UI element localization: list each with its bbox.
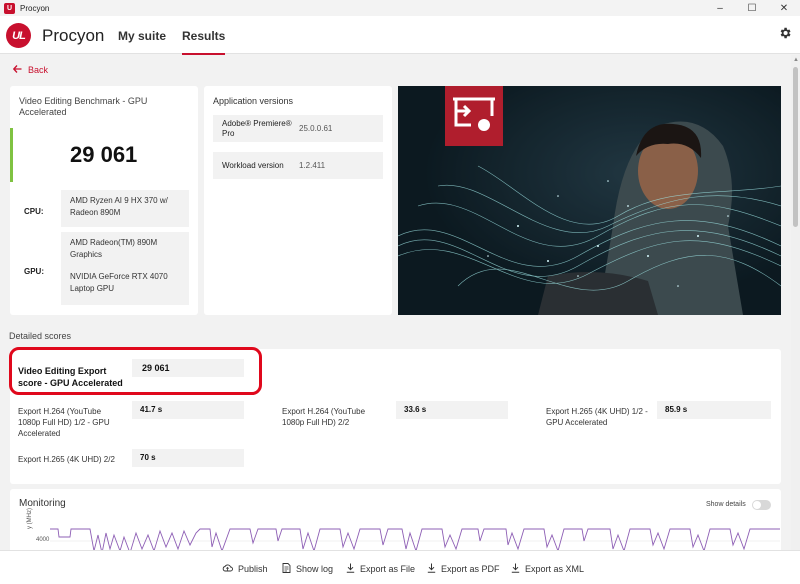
publish-button[interactable]: Publish — [222, 563, 268, 574]
title-bar: U Procyon – ☐ ✕ — [0, 0, 800, 16]
tab-my-suite[interactable]: My suite — [118, 29, 166, 43]
minimize-button[interactable]: – — [704, 0, 736, 16]
download-icon — [346, 563, 355, 575]
benchmark-score: 29 061 — [70, 142, 138, 167]
export-file-label: Export as File — [360, 564, 416, 574]
scroll-up-icon[interactable]: ▲ — [793, 57, 799, 63]
app-version: 1.2.411 — [299, 161, 326, 170]
show-log-button[interactable]: Show log — [282, 563, 333, 575]
benchmark-card: Video Editing Benchmark - GPU Accelerate… — [10, 86, 198, 315]
brand-name: Procyon — [42, 26, 105, 45]
bottom-toolbar: Publish Show log Export as File Export a… — [0, 550, 800, 584]
tab-results[interactable]: Results — [182, 29, 226, 55]
maximize-button[interactable]: ☐ — [736, 0, 768, 16]
export-xml-label: Export as XML — [525, 564, 585, 574]
document-icon — [282, 563, 291, 575]
score-label: Export H.264 (YouTube 1080p Full HD) 1/2… — [18, 407, 110, 438]
download-icon — [427, 563, 436, 575]
publish-label: Publish — [238, 563, 268, 574]
benchmark-hero-image — [398, 86, 781, 315]
ul-logo: UL — [6, 23, 31, 48]
window-title: Procyon — [20, 3, 50, 13]
app-version: 25.0.0.61 — [299, 124, 333, 133]
gpu-values: AMD Radeon(TM) 890M Graphics NVIDIA GeFo… — [61, 232, 189, 305]
cpu-value: AMD Ryzen AI 9 HX 370 w/ Radeon 890M — [61, 190, 189, 227]
back-link[interactable]: Back — [12, 65, 49, 75]
show-details-toggle[interactable] — [752, 500, 771, 510]
score-value: 85.9 s — [657, 401, 771, 419]
score-label: Export H.265 (4K UHD) 1/2 - GPU Accelera… — [546, 407, 648, 427]
app-row: Workload version 1.2.411 — [213, 152, 383, 179]
arrow-left-icon — [12, 65, 22, 75]
gpu-value-2: NVIDIA GeForce RTX 4070 Laptop GPU — [70, 272, 168, 293]
app-versions-card: Application versions Adobe® Premiere® Pr… — [204, 86, 392, 315]
monitoring-axis-label: y (MHz) — [27, 508, 33, 529]
export-pdf-button[interactable]: Export as PDF — [427, 563, 500, 575]
scrollbar-thumb[interactable] — [793, 67, 798, 227]
detailed-scores-card: Video Editing Export score - GPU Acceler… — [9, 347, 781, 484]
cloud-upload-icon — [222, 563, 233, 574]
procyon-app-icon: U — [4, 2, 15, 14]
score-label: Export H.265 (4K UHD) 2/2 — [18, 455, 115, 464]
monitoring-card: Monitoring Show details y (MHz) 4000 — [10, 489, 781, 550]
score-label: Export H.264 (YouTube 1080p Full HD) 2/2 — [282, 407, 366, 427]
show-details-label: Show details — [706, 501, 746, 508]
gpu-value-1: AMD Radeon(TM) 890M Graphics — [70, 238, 158, 259]
app-row: Adobe® Premiere® Pro 25.0.0.61 — [213, 115, 383, 142]
export-file-button[interactable]: Export as File — [346, 563, 415, 575]
monitoring-tick-label: 4000 — [36, 537, 50, 543]
download-icon — [511, 563, 520, 575]
score-value: 33.6 s — [396, 401, 508, 419]
close-button[interactable]: ✕ — [768, 0, 800, 16]
gpu-label: GPU: — [24, 267, 44, 276]
gear-icon[interactable] — [778, 26, 792, 45]
app-name: Adobe® Premiere® Pro — [222, 119, 292, 138]
export-xml-button[interactable]: Export as XML — [511, 563, 584, 575]
vertical-scrollbar[interactable]: ▲ — [791, 55, 800, 550]
show-log-label: Show log — [296, 564, 334, 574]
score-value: 70 s — [132, 449, 244, 467]
presentation-icon — [445, 86, 503, 146]
highlight-outline — [9, 347, 262, 395]
results-content[interactable]: Back Video Editing Benchmark - GPU Accel… — [0, 55, 791, 550]
export-pdf-label: Export as PDF — [441, 564, 500, 574]
detailed-scores-heading: Detailed scores — [9, 331, 72, 341]
app-name: Workload version — [222, 161, 284, 170]
benchmark-title: Video Editing Benchmark - GPU Accelerate… — [19, 96, 148, 117]
main-navbar: UL Procyon My suite Results — [0, 16, 800, 55]
back-label: Back — [28, 65, 49, 75]
status-bar — [10, 128, 13, 182]
score-value: 41.7 s — [132, 401, 244, 419]
cpu-label: CPU: — [24, 207, 44, 216]
monitoring-title: Monitoring — [19, 498, 66, 509]
monitoring-graph — [50, 528, 780, 550]
app-versions-title: Application versions — [213, 96, 294, 106]
